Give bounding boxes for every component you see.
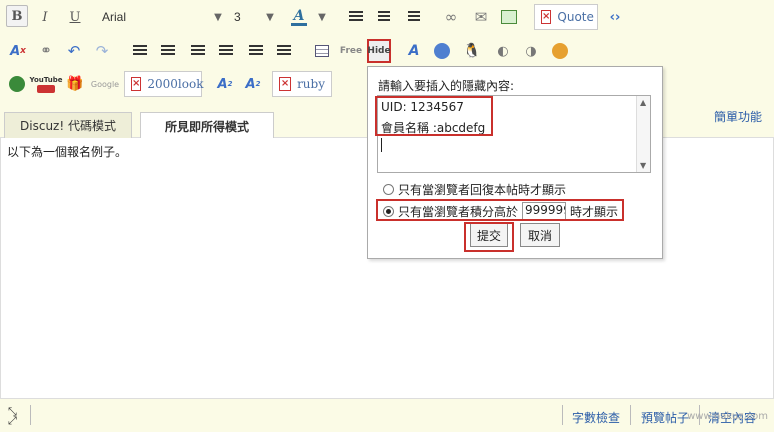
ordered-list-icon[interactable] xyxy=(130,39,150,63)
divider xyxy=(630,405,631,425)
color-swatch xyxy=(291,22,307,26)
google-icon[interactable]: Google xyxy=(91,72,119,96)
link-icon[interactable]: ∞ xyxy=(440,5,462,29)
undo-icon[interactable]: ↶ xyxy=(64,39,84,63)
media-icon[interactable] xyxy=(550,39,570,63)
float-left-icon[interactable] xyxy=(246,39,266,63)
unlink-icon[interactable]: ⚭ xyxy=(36,39,56,63)
youtube-icon[interactable]: YouTube xyxy=(30,72,62,96)
font-style-icon[interactable]: A xyxy=(404,39,424,63)
video-icon[interactable]: ◑ xyxy=(520,39,542,63)
textarea-scrollbar[interactable]: ▲ ▼ xyxy=(636,96,650,172)
option-reply-label: 只有當瀏覽者回復本帖時才顯示 xyxy=(398,183,567,197)
2000look-label: 2000look xyxy=(147,77,204,91)
editor-statusbar: ⤡ ⤢ 字數檢查 預覽帖子 清空內容 www.nakuz.com xyxy=(0,398,774,432)
outdent-icon[interactable] xyxy=(188,39,208,63)
highlight-box xyxy=(375,96,493,136)
align-left-icon[interactable] xyxy=(346,5,366,29)
font-color-button[interactable]: A xyxy=(288,5,310,29)
highlight-box xyxy=(376,199,624,221)
remove-format-icon[interactable]: Ax xyxy=(8,39,28,63)
redo-icon[interactable]: ↷ xyxy=(92,39,112,63)
table-icon[interactable] xyxy=(312,39,332,63)
scroll-up-icon[interactable]: ▲ xyxy=(640,98,646,107)
unordered-list-icon[interactable] xyxy=(158,39,178,63)
image-icon[interactable] xyxy=(498,5,520,29)
hide-content-dialog: 請輸入要插入的隱藏內容: UID: 1234567 會員名稱 :abcdefg … xyxy=(367,66,663,259)
youtube-label: YouTube xyxy=(29,75,63,84)
2000look-button[interactable]: × 2000look xyxy=(124,71,204,97)
chevron-down-icon[interactable]: ▼ xyxy=(212,5,224,29)
font-family-value: Arial xyxy=(102,10,127,24)
watermark: www.nakuz.com xyxy=(687,411,768,422)
indent-icon[interactable] xyxy=(216,39,236,63)
tab-wysiwyg[interactable]: 所見即所得模式 xyxy=(140,112,274,139)
subscript-icon[interactable]: A2 xyxy=(242,72,264,96)
italic-button[interactable]: I xyxy=(34,5,56,29)
divider xyxy=(562,405,563,425)
align-center-icon[interactable] xyxy=(374,5,394,29)
font-size-value: 3 xyxy=(234,10,241,24)
radio-reply[interactable] xyxy=(383,184,394,195)
divider xyxy=(30,405,31,425)
blog-icon[interactable] xyxy=(6,72,28,96)
resize-handle-icon[interactable]: ⤡ ⤢ xyxy=(8,406,17,426)
quote-label: Quote xyxy=(557,10,594,24)
quote-button[interactable]: × Quote xyxy=(534,4,598,30)
preview-link[interactable]: 預覽帖子 xyxy=(641,409,689,426)
float-right-icon[interactable] xyxy=(274,39,294,63)
scroll-down-icon[interactable]: ▼ xyxy=(640,161,646,170)
superscript-icon[interactable]: A2 xyxy=(214,72,236,96)
email-icon[interactable]: ✉ xyxy=(470,5,492,29)
free-button[interactable]: Free xyxy=(340,39,362,63)
editor-content: 以下為一個報名例子。 xyxy=(7,145,128,159)
simple-mode-link[interactable]: 簡單功能 xyxy=(714,108,762,125)
flash-icon[interactable] xyxy=(432,39,452,63)
hide-button[interactable]: Hide xyxy=(367,39,391,63)
broken-image-icon: × xyxy=(131,77,142,91)
highlight-box xyxy=(464,222,514,252)
broken-image-icon: × xyxy=(541,10,552,24)
word-check-link[interactable]: 字數檢查 xyxy=(572,409,620,426)
option-reply[interactable]: 只有當瀏覽者回復本帖時才顯示 xyxy=(383,181,566,198)
align-right-icon[interactable] xyxy=(404,5,424,29)
font-color-icon: A xyxy=(293,7,305,24)
cancel-button[interactable]: 取消 xyxy=(520,223,560,247)
font-family-select[interactable]: Arial xyxy=(102,5,222,29)
dialog-prompt: 請輸入要插入的隱藏內容: xyxy=(378,79,515,93)
audio-icon[interactable]: ◐ xyxy=(492,39,514,63)
broken-image-icon: × xyxy=(279,77,292,91)
ruby-button[interactable]: × ruby xyxy=(272,71,332,97)
text-cursor xyxy=(381,138,382,152)
tab-discuz-code[interactable]: Discuz! 代碼模式 xyxy=(4,112,132,138)
qq-icon[interactable]: 🐧 xyxy=(462,39,482,63)
bold-button[interactable]: B xyxy=(6,5,28,27)
toolbar-row-1: B I U Arial ▼ 3 ▼ A ▼ ∞ ✉ × Quote ‹› xyxy=(0,4,774,35)
chevron-down-icon[interactable]: ▼ xyxy=(264,5,276,29)
toolbar-row-2: Ax ⚭ ↶ ↷ Free Hide A 🐧 ◐ ◑ xyxy=(0,39,774,69)
underline-button[interactable]: U xyxy=(64,5,86,29)
tudou-icon[interactable]: 🎁 xyxy=(64,72,86,96)
code-icon[interactable]: ‹› xyxy=(604,5,626,29)
chevron-down-icon[interactable]: ▼ xyxy=(316,5,328,29)
ruby-label: ruby xyxy=(297,77,325,91)
font-size-select[interactable]: 3 xyxy=(234,5,264,29)
